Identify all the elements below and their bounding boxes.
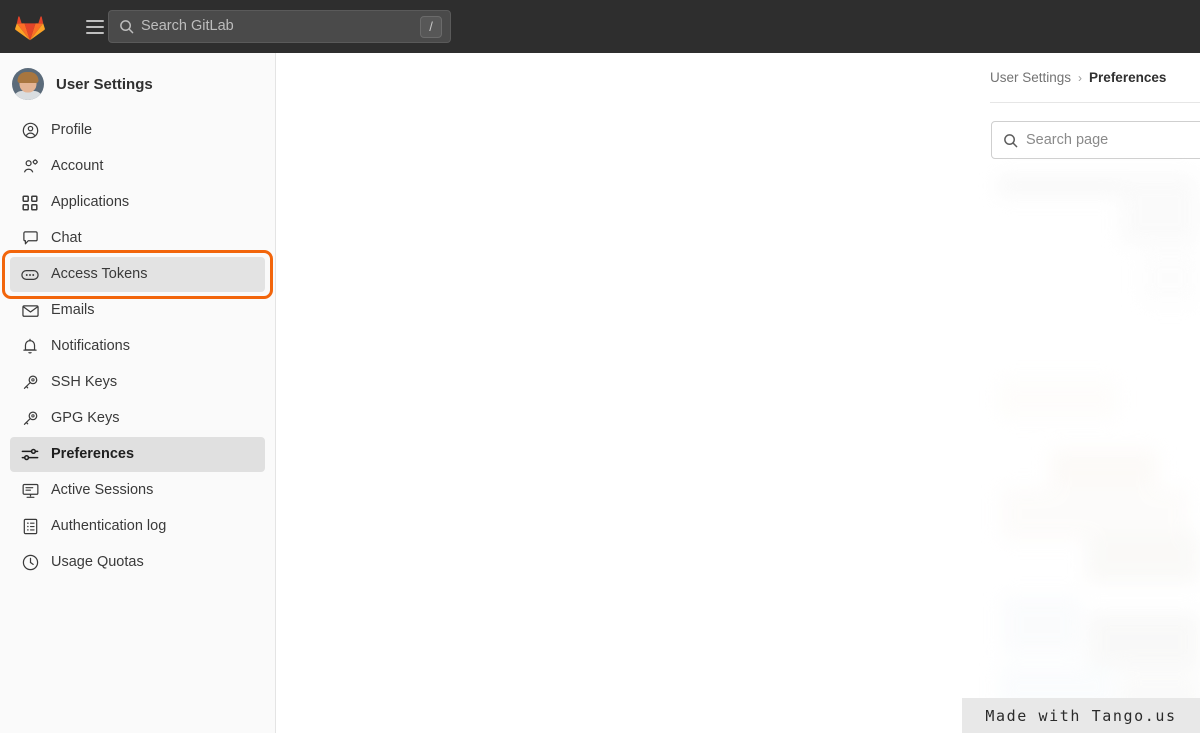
- search-page-input[interactable]: Search page: [991, 121, 1200, 159]
- breadcrumb: User Settings › Preferences: [990, 70, 1166, 85]
- tango-watermark-text: Made with Tango.us: [985, 706, 1177, 725]
- search-gitlab-input[interactable]: Search GitLab /: [108, 10, 451, 43]
- sidebar-item-usage-quotas[interactable]: Usage Quotas: [10, 545, 265, 580]
- token-pill-icon: [20, 265, 40, 285]
- gitlab-tanuki-logo[interactable]: [12, 9, 48, 45]
- sidebar-item-emails[interactable]: Emails: [10, 293, 265, 328]
- hamburger-menu-icon[interactable]: [80, 12, 110, 42]
- sidebar-item-label: Chat: [51, 230, 82, 247]
- key-icon: [20, 409, 40, 429]
- blurred-page-content: [990, 165, 1200, 733]
- sidebar-item-applications[interactable]: Applications: [10, 185, 265, 220]
- sidebar-item-profile[interactable]: Profile: [10, 113, 265, 148]
- search-shortcut-key[interactable]: /: [420, 15, 442, 38]
- sidebar-item-ssh-keys[interactable]: SSH Keys: [10, 365, 265, 400]
- preferences-content-column: User Settings › Preferences Search page: [990, 53, 1200, 733]
- sidebar-item-authentication-log[interactable]: Authentication log: [10, 509, 265, 544]
- sidebar-item-chat[interactable]: Chat: [10, 221, 265, 256]
- user-gear-icon: [20, 157, 40, 177]
- sidebar-item-label: Account: [51, 158, 104, 175]
- search-page-placeholder: Search page: [1026, 131, 1109, 148]
- breadcrumb-divider: [990, 102, 1200, 103]
- breadcrumb-current: Preferences: [1089, 70, 1167, 85]
- sidebar-item-gpg-keys[interactable]: GPG Keys: [10, 401, 265, 436]
- bell-icon: [20, 337, 40, 357]
- sidebar-item-notifications[interactable]: Notifications: [10, 329, 265, 364]
- sidebar-item-label: Authentication log: [51, 518, 167, 535]
- top-navigation-bar: Search GitLab /: [0, 0, 1200, 53]
- sidebar-item-label: Notifications: [51, 338, 130, 355]
- sliders-icon: [20, 445, 40, 465]
- sidebar-item-label: Applications: [51, 194, 130, 211]
- sidebar-item-preferences[interactable]: Preferences: [10, 437, 265, 472]
- sidebar-header: User Settings: [0, 61, 275, 107]
- sidebar-item-label: Access Tokens: [51, 266, 148, 283]
- sidebar-item-label: Usage Quotas: [51, 554, 144, 571]
- main-content-area: User Settings › Preferences Search page: [277, 53, 1200, 733]
- sidebar-item-active-sessions[interactable]: Active Sessions: [10, 473, 265, 508]
- user-circle-icon: [20, 121, 40, 141]
- avatar[interactable]: [12, 68, 44, 100]
- sidebar-nav-list: Profile Account Applications Chat Access…: [0, 113, 275, 580]
- sidebar-item-label: SSH Keys: [51, 374, 118, 391]
- sidebar-item-account[interactable]: Account: [10, 149, 265, 184]
- sidebar-item-label: Active Sessions: [51, 482, 154, 499]
- sidebar-item-label: Profile: [51, 122, 93, 139]
- sidebar-item-label: Preferences: [51, 446, 135, 463]
- chat-bubble-icon: [20, 229, 40, 249]
- sidebar-item-label: GPG Keys: [51, 410, 120, 427]
- search-icon: [1003, 133, 1018, 148]
- breadcrumb-parent-link[interactable]: User Settings: [990, 70, 1071, 85]
- envelope-icon: [20, 301, 40, 321]
- breadcrumb-separator: ›: [1078, 70, 1083, 85]
- monitor-icon: [20, 481, 40, 501]
- tango-watermark: Made with Tango.us: [962, 698, 1200, 733]
- clock-icon: [20, 553, 40, 573]
- page-title: User Settings: [56, 75, 153, 93]
- grid-squares-icon: [20, 193, 40, 213]
- sidebar-item-access-tokens[interactable]: Access Tokens: [2, 250, 273, 299]
- user-settings-sidebar: User Settings Profile Account Applicatio…: [0, 53, 276, 733]
- log-list-icon: [20, 517, 40, 537]
- gitlab-user-settings-page: Search GitLab / User Settings Profile Ac…: [0, 0, 1200, 733]
- search-icon: [119, 19, 134, 34]
- key-icon: [20, 373, 40, 393]
- sidebar-item-label: Emails: [51, 302, 95, 319]
- search-gitlab-placeholder: Search GitLab: [141, 18, 234, 35]
